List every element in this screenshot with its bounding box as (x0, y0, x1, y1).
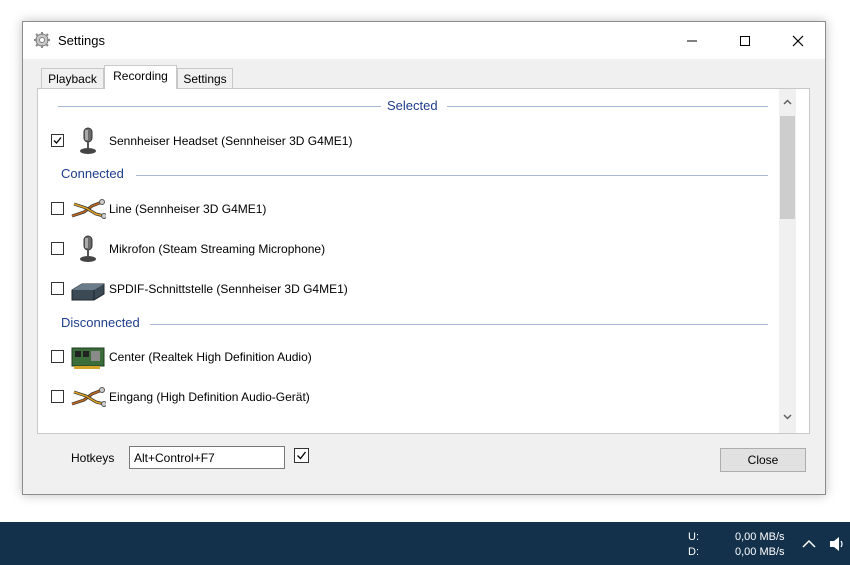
group-divider (136, 175, 768, 176)
checkmark-icon (53, 137, 62, 144)
download-label: D: (688, 546, 699, 558)
device-label: Mikrofon (Steam Streaming Microphone) (109, 242, 326, 256)
chevron-down-icon (783, 413, 792, 420)
gear-icon (34, 32, 50, 48)
group-header-selected: Selected (387, 98, 438, 113)
group-divider (150, 324, 768, 325)
speaker-icon[interactable] (828, 534, 846, 554)
group-header-connected: Connected (61, 166, 124, 181)
scroll-up-button[interactable] (779, 93, 796, 110)
chevron-up-icon (783, 98, 792, 105)
vertical-scrollbar[interactable] (779, 89, 796, 433)
device-label: Sennheiser Headset (Sennheiser 3D G4ME1) (109, 134, 353, 148)
recording-panel: Selected Sennheiser Headset (Sennheiser … (37, 88, 810, 434)
close-icon (792, 35, 804, 46)
device-row-sennheiser-headset[interactable]: Sennheiser Headset (Sennheiser 3D G4ME1) (38, 124, 778, 158)
download-speed: 0,00 MB/s (735, 546, 785, 558)
title-bar[interactable]: Settings (23, 22, 825, 59)
close-window-button[interactable] (775, 22, 821, 59)
settings-window: Settings Playback Recording Settings Sel… (22, 21, 826, 495)
hotkeys-label: Hotkeys (71, 451, 115, 465)
minimize-icon (687, 40, 697, 41)
microphone-icon (80, 127, 96, 154)
minimize-button[interactable] (669, 22, 715, 59)
device-checkbox[interactable] (51, 390, 64, 403)
upload-label: U: (688, 531, 699, 543)
device-checkbox[interactable] (51, 202, 64, 215)
tab-recording[interactable]: Recording (104, 65, 177, 89)
audio-cable-icon (71, 387, 106, 407)
device-row-mikrofon[interactable]: Mikrofon (Steam Streaming Microphone) (38, 232, 778, 266)
audio-cable-icon (71, 199, 106, 219)
upload-speed: 0,00 MB/s (735, 531, 785, 543)
device-checkbox[interactable] (51, 134, 64, 147)
tab-settings[interactable]: Settings (177, 68, 233, 89)
tab-playback[interactable]: Playback (41, 68, 104, 89)
device-row-eingang[interactable]: Eingang (High Definition Audio-Gerät) (38, 380, 778, 414)
scroll-down-button[interactable] (779, 408, 796, 425)
hotkeys-input[interactable] (129, 446, 285, 469)
device-label: Line (Sennheiser 3D G4ME1) (109, 202, 267, 216)
device-row-center[interactable]: Center (Realtek High Definition Audio) (38, 340, 778, 374)
device-row-line[interactable]: Line (Sennheiser 3D G4ME1) (38, 192, 778, 226)
group-divider (447, 106, 768, 107)
device-checkbox[interactable] (51, 350, 64, 363)
device-checkbox[interactable] (51, 242, 64, 255)
device-label: Center (Realtek High Definition Audio) (109, 350, 312, 364)
device-label: Eingang (High Definition Audio-Gerät) (109, 390, 310, 404)
group-header-disconnected: Disconnected (61, 315, 140, 330)
device-checkbox[interactable] (51, 282, 64, 295)
taskbar: U: D: 0,00 MB/s 0,00 MB/s (0, 522, 850, 565)
sound-card-icon (71, 347, 105, 369)
scrollbar-thumb[interactable] (780, 116, 795, 219)
checkmark-icon (297, 451, 307, 460)
maximize-button[interactable] (722, 22, 768, 59)
device-label: SPDIF-Schnittstelle (Sennheiser 3D G4ME1… (109, 282, 348, 296)
close-button[interactable]: Close (720, 448, 806, 472)
hotkeys-enabled-checkbox[interactable] (294, 448, 309, 463)
window-title: Settings (58, 33, 105, 48)
group-divider (58, 106, 381, 107)
show-hidden-icons-chevron-icon[interactable] (800, 536, 818, 552)
microphone-icon (80, 235, 96, 262)
maximize-icon (740, 35, 750, 46)
spdif-device-icon (71, 283, 105, 301)
device-row-spdif[interactable]: SPDIF-Schnittstelle (Sennheiser 3D G4ME1… (38, 272, 778, 306)
device-list: Selected Sennheiser Headset (Sennheiser … (38, 89, 778, 433)
